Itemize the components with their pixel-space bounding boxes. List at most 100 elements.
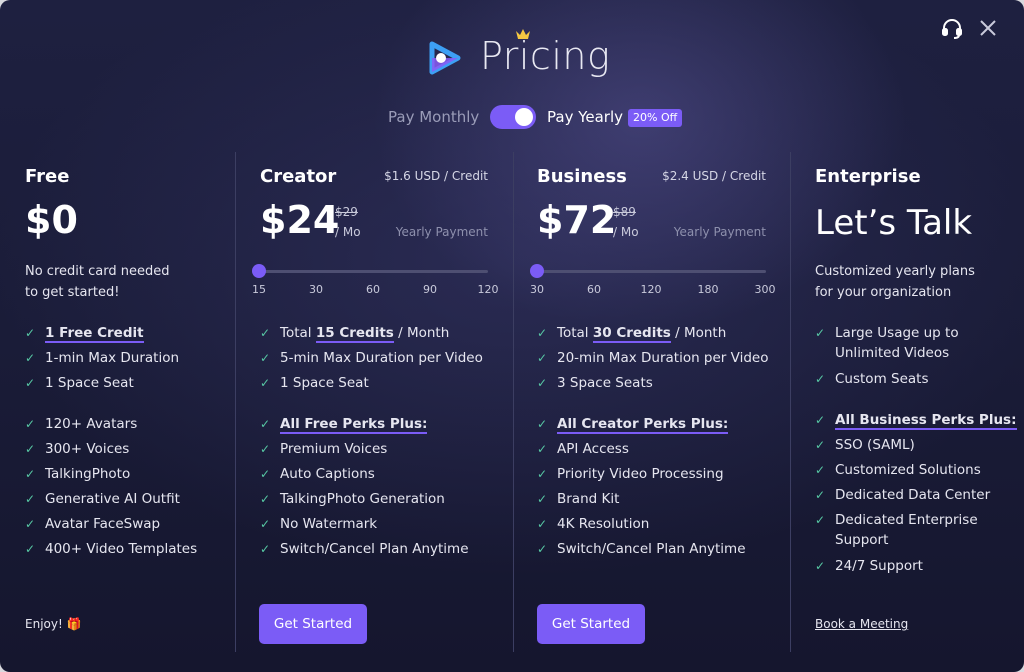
perks-title: ✓ All Free Perks Plus: [260,416,428,434]
check-icon: ✓ [260,492,271,506]
feature-item: ✓ Avatar FaceSwap [25,516,161,532]
feature-item: ✓ Large Usage up to Unlimited Videos [815,325,959,361]
slider-tick: 90 [423,283,437,296]
business-get-started-button[interactable]: Get Started [537,604,645,644]
feature-item: ✓ 20-min Max Duration per Video [537,350,769,366]
close-icon[interactable] [976,16,1000,40]
slider-tick: 60 [366,283,380,296]
check-icon: ✓ [537,542,548,556]
check-icon: ✓ [537,376,548,390]
plan-price: $72 [537,198,617,242]
play-logo-icon [429,41,461,75]
credits-slider-track[interactable] [537,270,766,273]
check-icon: ✓ [537,517,548,531]
check-icon: ✓ [25,351,36,365]
feature-item: ✓ API Access [537,441,629,457]
check-icon: ✓ [815,326,826,340]
check-icon: ✓ [25,467,36,481]
column-divider [790,152,791,652]
check-icon: ✓ [260,326,271,340]
plan-name: Enterprise [815,166,921,187]
credits-slider-track[interactable] [259,270,488,273]
credit-rate: $1.6 USD / Credit [384,169,488,183]
credit-rate: $2.4 USD / Credit [662,169,766,183]
check-icon: ✓ [537,326,548,340]
perks-title: ✓ All Creator Perks Plus: [537,416,729,434]
check-icon: ✓ [260,467,271,481]
per-month: / Mo [613,225,639,239]
check-icon: ✓ [260,442,271,456]
check-icon: ✓ [537,351,548,365]
check-icon: ✓ [815,559,826,573]
old-price: $29 [335,205,358,219]
feature-item: ✓ 3 Space Seats [537,375,653,391]
plan-name: Business [537,166,627,187]
check-icon: ✓ [537,467,548,481]
discount-badge: 20% Off [628,109,683,127]
check-icon: ✓ [260,542,271,556]
feature-item: ✓ Custom Seats [815,371,929,387]
feature-item: ✓ 1 Space Seat [260,375,369,391]
feature-item: ✓ 1 Free Credit [25,325,144,343]
feature-item: ✓ Premium Voices [260,441,388,457]
slider-tick: 120 [640,283,662,296]
check-icon: ✓ [815,488,826,502]
check-icon: ✓ [25,517,36,531]
check-icon: ✓ [25,492,36,506]
feature-item: ✓ Switch/Cancel Plan Anytime [260,541,469,557]
description-line: to get started! [25,285,120,300]
slider-tick: 30 [530,283,544,296]
credits-slider-thumb[interactable] [530,264,544,278]
plan-price: Let’s Talk [815,203,973,243]
payment-note: Yearly Payment [673,225,766,239]
creator-get-started-button[interactable]: Get Started [259,604,367,644]
plan-price: $24 [260,198,340,242]
column-divider [235,152,236,652]
feature-item: ✓ SSO (SAML) [815,437,915,453]
page-title: Pricing [480,34,611,78]
feature-item: ✓ Switch/Cancel Plan Anytime [537,541,746,557]
toggle-knob [515,108,533,126]
pay-monthly-label[interactable]: Pay Monthly [388,108,479,126]
feature-item: ✓ 400+ Video Templates [25,541,198,557]
feature-item: ✓ Generative AI Outfit [25,491,180,507]
feature-item: ✓ 1 Space Seat [25,375,134,391]
feature-item: ✓ Priority Video Processing [537,466,724,482]
pay-yearly-label[interactable]: Pay Yearly [547,108,623,126]
check-icon: ✓ [260,351,271,365]
payment-note: Yearly Payment [395,225,488,239]
plan-name: Free [25,166,70,187]
feature-item: ✓ 1-min Max Duration [25,350,180,366]
description-line: No credit card needed [25,264,170,279]
feature-item: ✓ Auto Captions [260,466,375,482]
check-icon: ✓ [815,438,826,452]
slider-tick: 120 [477,283,499,296]
slider-tick: 30 [309,283,323,296]
plan-price: $0 [25,198,78,242]
check-icon: ✓ [25,376,36,390]
feature-item: ✓ 4K Resolution [537,516,650,532]
check-icon: ✓ [25,442,36,456]
feature-item: ✓ No Watermark [260,516,378,532]
feature-item: ✓ Dedicated Data Center [815,487,991,503]
check-icon: ✓ [815,463,826,477]
check-icon: ✓ [537,417,548,431]
per-month: / Mo [335,225,361,239]
headset-icon[interactable] [940,16,964,40]
feature-item: ✓ TalkingPhoto Generation [260,491,445,507]
book-meeting-link[interactable]: Book a Meeting [815,617,908,631]
column-divider [513,152,514,652]
billing-toggle[interactable] [490,105,536,129]
check-icon: ✓ [815,413,826,427]
check-icon: ✓ [25,542,36,556]
enjoy-note: Enjoy! 🎁 [25,617,82,631]
slider-tick: 300 [754,283,776,296]
perks-title: ✓ All Business Perks Plus: [815,412,1017,430]
credits-slider-thumb[interactable] [252,264,266,278]
check-icon: ✓ [260,417,271,431]
check-icon: ✓ [260,517,271,531]
slider-tick: 60 [587,283,601,296]
plan-description: No credit card needed to get started! [25,261,205,303]
slider-tick: 180 [697,283,719,296]
gift-icon: 🎁 [66,617,82,631]
